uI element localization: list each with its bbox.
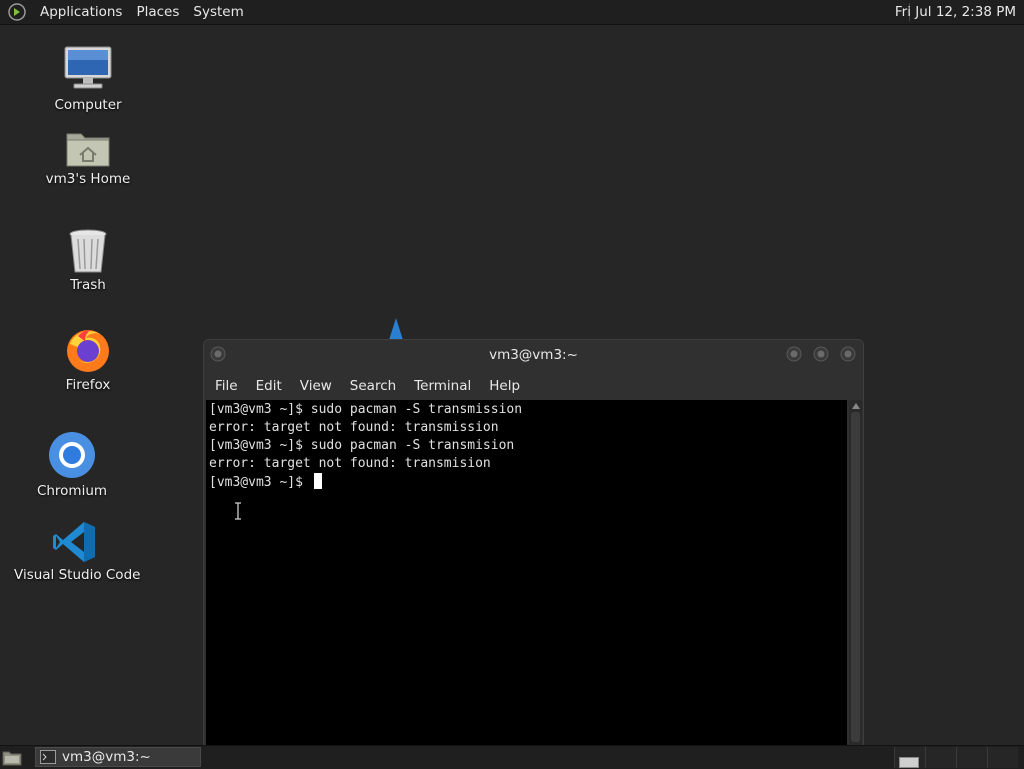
- home-folder-icon: [66, 133, 110, 167]
- terminal-icon: [40, 750, 56, 764]
- menu-help[interactable]: Help: [480, 378, 529, 394]
- terminal-prompt: [vm3@vm3 ~]$: [209, 475, 311, 490]
- trash-icon: [69, 229, 107, 273]
- vscode-icon: [53, 522, 95, 562]
- terminal-scrollbar[interactable]: [849, 400, 862, 746]
- terminal-window[interactable]: vm3@vm3:~ File Edit View Search Terminal…: [203, 339, 864, 747]
- terminal-line: error: target not found: transmission: [209, 420, 499, 435]
- close-icon[interactable]: [840, 346, 856, 362]
- menu-search[interactable]: Search: [341, 378, 405, 394]
- menu-file[interactable]: File: [204, 378, 247, 394]
- terminal-output[interactable]: [vm3@vm3 ~]$ sudo pacman -S transmission…: [206, 400, 847, 746]
- text-cursor: [313, 473, 322, 489]
- desktop-icon-chromium[interactable]: Chromium: [32, 430, 112, 499]
- places-menu[interactable]: Places: [129, 4, 186, 20]
- workspace-1[interactable]: [894, 747, 925, 768]
- menu-terminal[interactable]: Terminal: [405, 378, 480, 394]
- applications-menu[interactable]: Applications: [33, 4, 129, 20]
- desktop-icon-label: Trash: [70, 277, 106, 293]
- desktop-icon-label: Computer: [54, 97, 122, 113]
- workspace-4[interactable]: [987, 747, 1018, 768]
- desktop-icon-label: Firefox: [65, 377, 111, 393]
- desktop-icon-trash[interactable]: Trash: [48, 228, 128, 293]
- computer-icon: [64, 46, 112, 89]
- workspace-2[interactable]: [925, 747, 956, 768]
- menu-edit[interactable]: Edit: [247, 378, 291, 394]
- taskbar-button-label: vm3@vm3:~: [62, 749, 151, 765]
- desktop-icon-firefox[interactable]: Firefox: [48, 326, 128, 393]
- terminal-line: error: target not found: transmision: [209, 456, 491, 471]
- show-desktop-icon[interactable]: [2, 749, 22, 766]
- distro-logo-icon[interactable]: [8, 3, 26, 21]
- system-menu[interactable]: System: [186, 4, 250, 20]
- terminal-line: [vm3@vm3 ~]$ sudo pacman -S transmission: [209, 402, 523, 417]
- menu-view[interactable]: View: [291, 378, 341, 394]
- terminal-prompt-line[interactable]: [vm3@vm3 ~]$: [209, 473, 847, 491]
- desktop-icon-label: Visual Studio Code: [14, 567, 141, 583]
- desktop-icon-label: vm3's Home: [45, 171, 131, 187]
- chromium-icon: [49, 432, 95, 478]
- maximize-icon[interactable]: [813, 346, 829, 362]
- clock[interactable]: Fri Jul 12, 2:38 PM: [895, 4, 1016, 20]
- scrollbar-thumb[interactable]: [851, 412, 860, 742]
- desktop-icon-vscode[interactable]: Visual Studio Code: [14, 520, 140, 583]
- ibeam-cursor-icon: [235, 502, 241, 520]
- wallpaper-triangle-icon: [389, 318, 403, 340]
- desktop-icon-computer[interactable]: Computer: [48, 46, 128, 113]
- workspace-window-preview: [899, 757, 919, 768]
- workspace-3[interactable]: [956, 747, 987, 768]
- scroll-up-icon[interactable]: [852, 403, 860, 409]
- firefox-icon: [67, 330, 109, 372]
- bottom-panel: vm3@vm3:~: [0, 745, 1024, 769]
- window-title: vm3@vm3:~: [489, 347, 578, 363]
- desktop-icon-label: Chromium: [36, 483, 108, 499]
- terminal-line: [vm3@vm3 ~]$ sudo pacman -S transmision: [209, 438, 515, 453]
- terminal-menubar: File Edit View Search Terminal Help: [204, 374, 863, 398]
- window-titlebar[interactable]: vm3@vm3:~: [204, 340, 863, 370]
- desktop-icon-home[interactable]: vm3's Home: [44, 128, 132, 187]
- taskbar-terminal-button[interactable]: vm3@vm3:~: [35, 747, 201, 767]
- top-panel: Applications Places System Fri Jul 12, 2…: [0, 0, 1024, 25]
- minimize-icon[interactable]: [786, 346, 802, 362]
